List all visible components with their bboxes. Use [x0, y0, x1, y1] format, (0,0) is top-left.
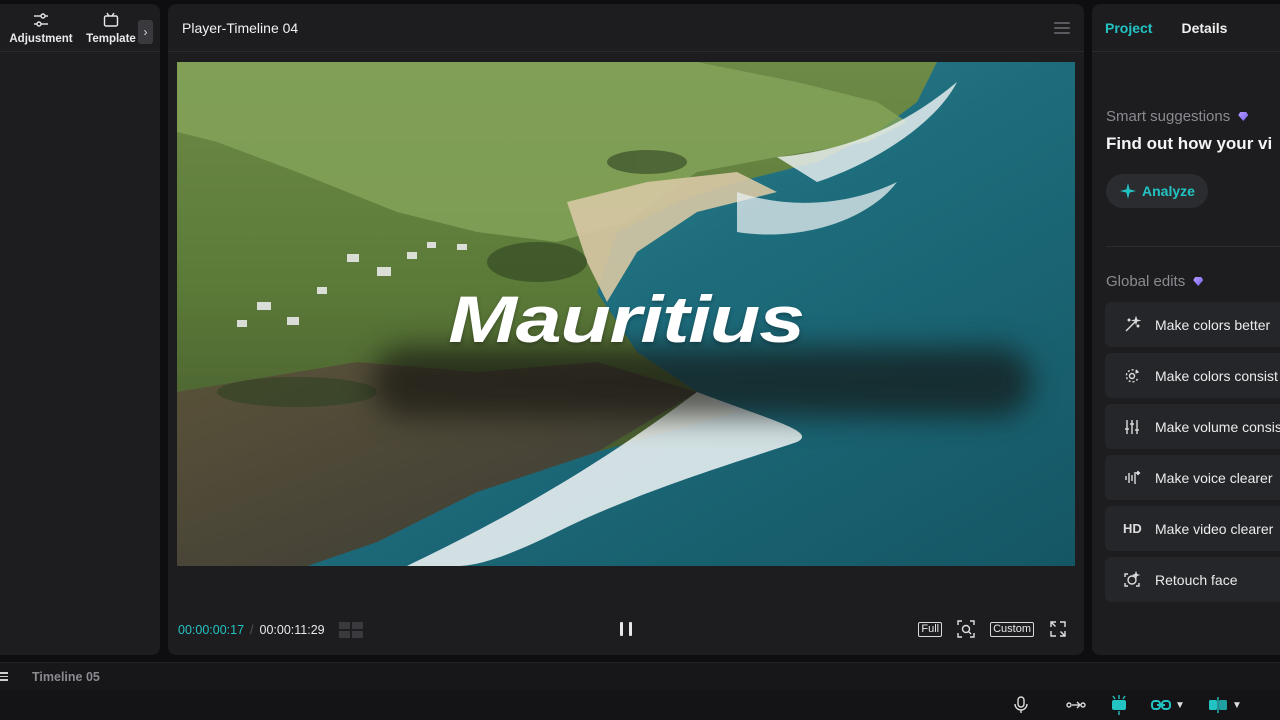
- edit-label: Make video clearer: [1155, 520, 1274, 537]
- left-panel: Adjustment Template ›: [0, 4, 160, 655]
- left-panel-tabs: Adjustment Template ›: [0, 4, 160, 52]
- player-controls: 00:00:00:17 / 00:00:11:29 Full Custom: [168, 616, 1084, 644]
- zoom-fit-icon[interactable]: [956, 619, 976, 639]
- split-view-icon: [1209, 697, 1227, 713]
- analyze-button[interactable]: Analyze: [1106, 174, 1208, 208]
- microphone-button[interactable]: [1010, 695, 1032, 715]
- custom-ratio-button[interactable]: Custom: [990, 621, 1034, 637]
- edit-label: Make colors better: [1155, 316, 1271, 333]
- auto-snap-button[interactable]: [1108, 695, 1130, 715]
- timeline-tab-bar: Timeline 05: [0, 662, 1280, 690]
- player-panel: Player-Timeline 04 Mauritius 00:00:00:17…: [168, 4, 1084, 655]
- full-quality-button[interactable]: Full: [918, 621, 943, 637]
- premium-gem-icon: [1193, 277, 1204, 286]
- voice-wave-icon: [1125, 470, 1141, 484]
- tab-template-label: Template: [86, 32, 136, 45]
- link-clips-button[interactable]: [1065, 695, 1087, 715]
- player-title: Player-Timeline 04: [182, 19, 299, 36]
- chevron-down-icon[interactable]: ▼: [1232, 700, 1242, 711]
- split-preview-button[interactable]: ▼: [1207, 695, 1242, 715]
- analyze-label: Analyze: [1142, 183, 1195, 199]
- edit-label: Make colors consist: [1155, 367, 1278, 384]
- pause-button[interactable]: [620, 622, 632, 636]
- face-retouch-icon: [1124, 570, 1141, 587]
- fullscreen-icon[interactable]: [1048, 619, 1068, 639]
- player-right-controls: Full Custom: [918, 619, 1068, 639]
- right-panel-body: Smart suggestions Find out how your vi A…: [1105, 108, 1280, 602]
- sliders-icon: [34, 12, 48, 27]
- snap-icon: [1112, 695, 1126, 715]
- menu-icon[interactable]: [1054, 21, 1070, 34]
- global-edits-list: Make colors better Make colors consist M…: [1105, 302, 1280, 602]
- duration-timecode: 00:00:11:29: [259, 623, 325, 637]
- microphone-icon: [1014, 696, 1028, 713]
- template-icon: [103, 12, 119, 27]
- video-preview[interactable]: Mauritius: [177, 62, 1075, 566]
- tab-adjustment[interactable]: Adjustment: [6, 11, 76, 45]
- volume-sliders-icon: [1125, 419, 1139, 434]
- right-panel: Project Details Smart suggestions Find o…: [1092, 4, 1280, 655]
- sparkle-icon: [1120, 183, 1136, 199]
- section-divider: [1106, 246, 1280, 247]
- edit-label: Make volume consis: [1155, 418, 1280, 435]
- global-edits-heading: Global edits: [1106, 273, 1280, 290]
- tab-adjustment-label: Adjustment: [9, 32, 73, 45]
- right-panel-tabs: Project Details: [1092, 4, 1280, 52]
- magic-wand-icon: [1125, 315, 1141, 331]
- link-arrows-icon: [1066, 701, 1086, 709]
- chevron-right-icon: ›: [143, 25, 148, 39]
- text-motion-blur: [372, 347, 1032, 417]
- smart-suggestions-text: Find out how your vi: [1106, 134, 1273, 153]
- timeline-tab[interactable]: Timeline 05: [32, 670, 100, 684]
- hd-icon: HD: [1123, 521, 1142, 536]
- timeline-menu-icon[interactable]: [0, 672, 10, 681]
- linkage-button[interactable]: ▼: [1150, 695, 1185, 715]
- edit-make-colors-consistent[interactable]: Make colors consist: [1105, 353, 1280, 398]
- edit-retouch-face[interactable]: Retouch face: [1105, 557, 1280, 602]
- premium-gem-icon: [1238, 112, 1249, 121]
- smart-suggestions-heading: Smart suggestions: [1106, 108, 1280, 125]
- edit-make-voice-clearer[interactable]: Make voice clearer: [1105, 455, 1280, 500]
- edit-make-video-clearer[interactable]: HD Make video clearer: [1105, 506, 1280, 551]
- chain-link-icon: [1151, 700, 1171, 710]
- color-match-icon: [1125, 368, 1140, 383]
- global-edits-title: Global edits: [1106, 273, 1186, 290]
- timeline-toolbar: ▼ ▼: [0, 690, 1280, 720]
- video-overlay-title: Mauritius: [448, 282, 805, 356]
- smart-suggestions-title: Smart suggestions: [1106, 108, 1231, 125]
- tab-template[interactable]: Template: [76, 11, 146, 45]
- tab-project[interactable]: Project: [1105, 20, 1152, 36]
- edit-make-colors-better[interactable]: Make colors better: [1105, 302, 1280, 347]
- chevron-down-icon[interactable]: ▼: [1175, 700, 1185, 711]
- expand-tabs-button[interactable]: ›: [138, 20, 153, 44]
- player-header: Player-Timeline 04: [168, 4, 1084, 52]
- editor-app: Adjustment Template › Player-Timeline 04: [0, 0, 1280, 720]
- timecode-separator: /: [250, 623, 254, 637]
- current-timecode: 00:00:00:17: [178, 623, 245, 637]
- grid-icon[interactable]: [338, 622, 363, 638]
- edit-label: Retouch face: [1155, 571, 1238, 588]
- edit-label: Make voice clearer: [1155, 469, 1273, 486]
- tab-details[interactable]: Details: [1181, 20, 1227, 36]
- edit-make-volume-consistent[interactable]: Make volume consis: [1105, 404, 1280, 449]
